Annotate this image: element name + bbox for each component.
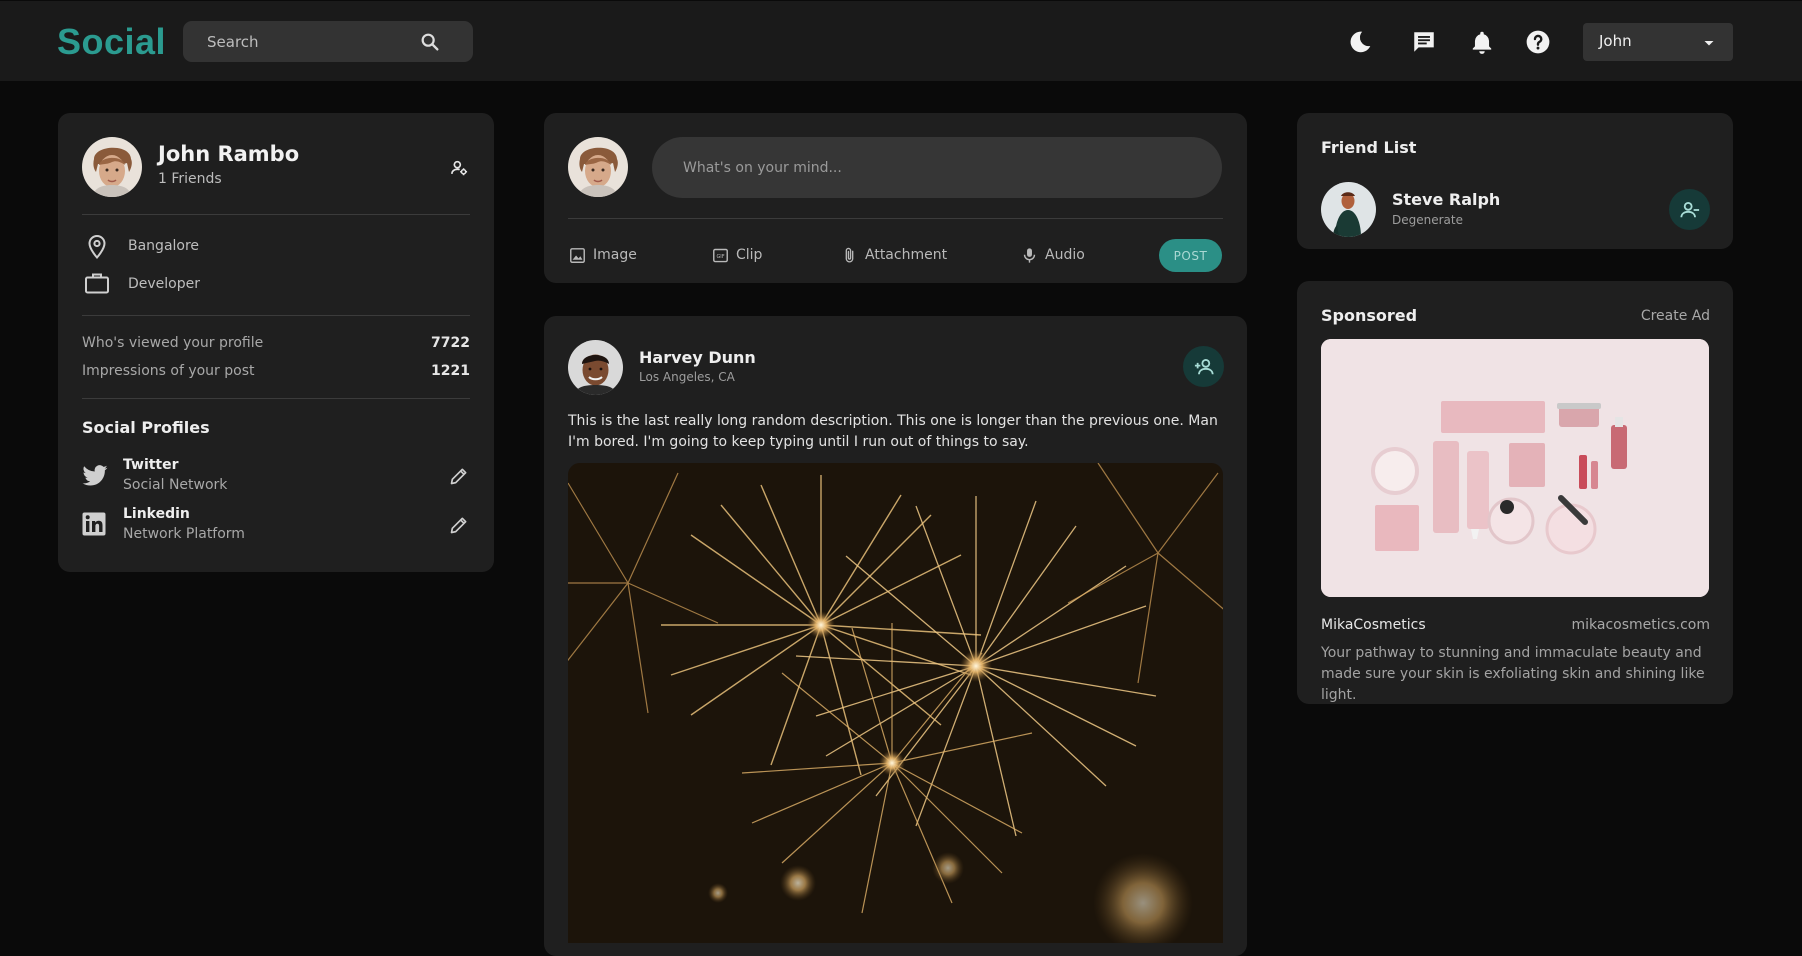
social-profiles-heading: Social Profiles [82,418,210,437]
user-dropdown[interactable]: John [1583,23,1733,61]
image-icon [570,247,585,263]
person-remove-icon [1679,201,1699,217]
profile-location: Bangalore [128,238,200,254]
composer-divider [568,218,1223,219]
composer-avatar [568,137,628,197]
person-add-icon [1194,358,1214,374]
post-button[interactable]: POST [1159,239,1222,272]
attachment-label: Attachment [865,247,948,263]
edit-pencil-icon[interactable] [449,466,469,486]
caret-down-icon [1704,41,1714,46]
profile-occupation: Developer [128,276,201,292]
social-twitter-name[interactable]: Twitter [123,457,179,473]
paperclip-icon [845,247,854,262]
audio-label: Audio [1045,247,1085,263]
social-twitter-type: Social Network [123,477,228,493]
user-dropdown-name: John [1599,32,1632,50]
profile-views-value: 7722 [431,335,470,351]
post-author-avatar[interactable] [568,340,623,395]
remove-friend-button[interactable] [1669,189,1710,230]
friend-list-heading: Friend List [1321,138,1417,157]
add-image-button[interactable]: Image [569,243,637,267]
social-linkedin-type: Network Platform [123,526,245,542]
post-impressions-value: 1221 [431,363,470,379]
twitter-icon [82,465,108,486]
sponsor-brand-name[interactable]: MikaCosmetics [1321,617,1426,633]
post-image-fireworks[interactable] [568,463,1223,943]
gif-icon: GIF [713,248,728,262]
manage-account-icon[interactable] [449,158,469,178]
sponsor-url[interactable]: mikacosmetics.com [1520,617,1711,633]
dark-mode-moon-icon[interactable] [1347,29,1373,55]
post-text-input[interactable] [652,137,1222,198]
sponsored-heading: Sponsored [1321,306,1418,325]
create-ad-link[interactable]: Create Ad [1600,308,1710,324]
post-author-location: Los Angeles, CA [639,370,735,384]
sponsor-description: Your pathway to stunning and immaculate … [1321,645,1705,703]
message-icon[interactable] [1411,29,1437,55]
post-impressions-label: Impressions of your post [82,363,255,379]
linkedin-icon [82,512,106,536]
add-clip-button[interactable]: GIF Clip [712,243,762,267]
post-author-name[interactable]: Harvey Dunn [639,348,756,367]
help-icon[interactable] [1525,29,1551,55]
svg-text:GIF: GIF [716,253,724,259]
friend-name[interactable]: Steve Ralph [1392,190,1500,209]
sponsored-ad-image[interactable] [1321,339,1709,597]
app-logo[interactable]: Social [57,21,166,63]
profile-friends-count: 1 Friends [158,171,222,187]
notification-bell-icon[interactable] [1469,29,1495,55]
search-icon[interactable] [419,31,441,53]
add-friend-button[interactable] [1183,346,1224,387]
profile-divider [82,214,470,215]
microphone-icon [1023,247,1036,263]
image-label: Image [593,247,637,263]
profile-name[interactable]: John Rambo [158,142,299,166]
profile-views-label: Who's viewed your profile [82,335,264,351]
profile-divider [82,398,470,399]
clip-label: Clip [736,247,763,263]
location-pin-icon [88,234,106,260]
add-attachment-button[interactable]: Attachment [841,243,947,267]
search-input[interactable] [207,21,407,62]
friend-subtitle: Degenerate [1392,213,1463,227]
edit-pencil-icon[interactable] [449,515,469,535]
profile-avatar[interactable] [82,137,142,197]
profile-divider [82,315,470,316]
friend-avatar[interactable] [1321,182,1376,237]
search-box [183,21,473,62]
add-audio-button[interactable]: Audio [1021,243,1085,267]
top-navbar: Social John [0,1,1802,81]
briefcase-icon [85,273,109,294]
post-description: This is the last really long random desc… [568,413,1218,450]
social-linkedin-name[interactable]: Linkedin [123,506,190,522]
